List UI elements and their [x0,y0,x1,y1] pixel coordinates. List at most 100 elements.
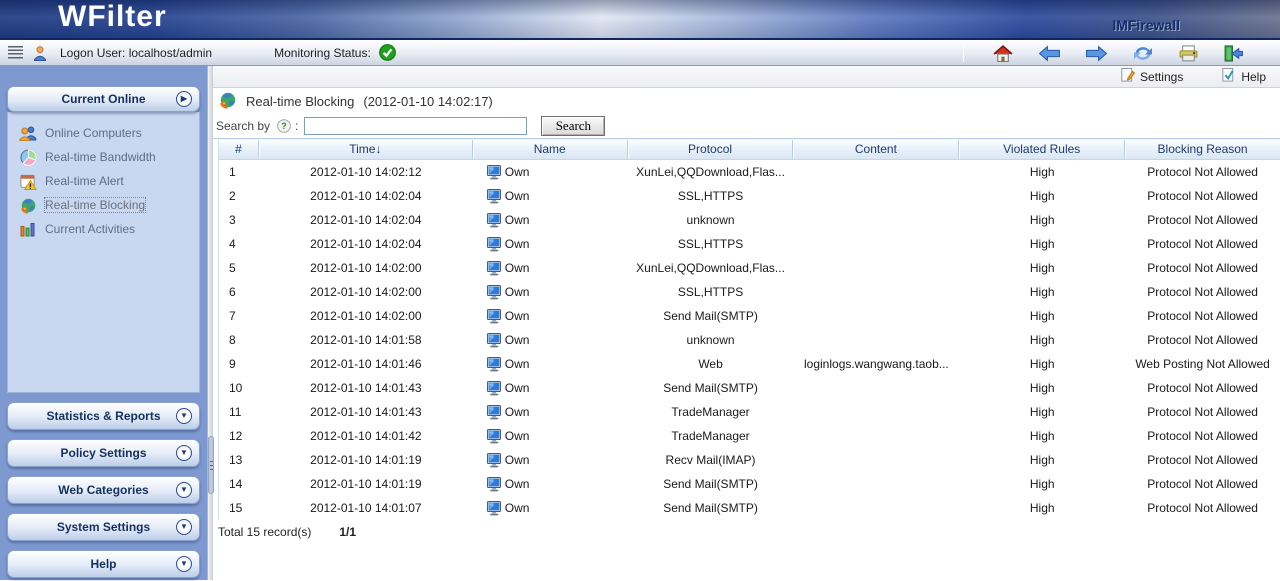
chevron-right-icon[interactable]: ▶ [176,91,192,107]
search-button[interactable]: Search [541,116,605,136]
cell-time: 2012-01-10 14:01:19 [259,453,473,467]
sidebar-item-label: Real-time Blocking [45,198,145,212]
cell-time: 2012-01-10 14:01:58 [259,333,473,347]
home-icon[interactable] [992,44,1014,63]
cell-time: 2012-01-10 14:02:04 [259,213,473,227]
column-header-name[interactable]: Name [473,140,628,159]
computer-name: Own [505,477,530,491]
sidebar-panel-policy-settings[interactable]: Policy Settings ▼ [7,439,200,467]
question-icon[interactable]: ? [277,119,291,133]
column-header-content[interactable]: Content [793,140,959,159]
cell-blocking-reason: Protocol Not Allowed [1125,189,1280,203]
search-input[interactable] [304,117,527,135]
cell-time: 2012-01-10 14:01:43 [259,381,473,395]
sidebar-panel-body: Online Computers Real-time Bandwidth Rea… [7,112,200,393]
refresh-icon[interactable] [1132,44,1154,63]
sidebar-panel-web-categories[interactable]: Web Categories ▼ [7,476,200,504]
splitter-handle[interactable] [208,436,214,494]
cell-protocol: Recv Mail(IMAP) [628,453,794,467]
cell-blocking-reason: Web Posting Not Allowed [1125,357,1280,371]
cell-name: Own [473,165,628,180]
sidebar-item-realtime-alert[interactable]: Real-time Alert [8,169,199,193]
cell-blocking-reason: Protocol Not Allowed [1125,261,1280,275]
user-icon [32,45,48,61]
computer-name: Own [505,237,530,251]
cell-protocol: SSL,HTTPS [628,189,794,203]
cell-blocking-reason: Protocol Not Allowed [1125,429,1280,443]
globe-icon [19,197,37,214]
column-header-number[interactable]: # [219,140,259,159]
cell-protocol: Send Mail(SMTP) [628,501,794,515]
cell-violated-rules: High [959,381,1125,395]
cell-number: 6 [219,285,259,299]
computer-name: Own [505,333,530,347]
monitoring-status-label: Monitoring Status: [274,46,371,60]
computer-icon [487,429,502,444]
exit-icon[interactable] [1223,45,1244,62]
forward-icon[interactable] [1085,45,1108,62]
panel-label: Web Categories [58,483,148,497]
page-timestamp: (2012-01-10 14:02:17) [363,94,492,109]
cell-violated-rules: High [959,453,1125,467]
sidebar-panel-system-settings[interactable]: System Settings ▼ [7,513,200,541]
table-row: 6 2012-01-10 14:02:00 Own SSL,HTTPS High… [219,280,1280,304]
panel-label: Statistics & Reports [46,409,160,423]
sidebar-panel-current-online[interactable]: Current Online ▶ [7,86,200,112]
cell-violated-rules: High [959,189,1125,203]
chevron-down-icon[interactable]: ▼ [176,519,192,535]
settings-button[interactable]: Settings [1120,67,1183,86]
chevron-down-icon[interactable]: ▼ [176,556,192,572]
cell-number: 8 [219,333,259,347]
cell-name: Own [473,357,628,372]
print-icon[interactable] [1178,45,1199,62]
cell-time: 2012-01-10 14:02:12 [259,165,473,179]
sidebar-item-realtime-blocking[interactable]: Real-time Blocking [8,193,199,217]
cell-blocking-reason: Protocol Not Allowed [1125,501,1280,515]
column-header-time[interactable]: Time↓ [259,140,473,159]
table-row: 1 2012-01-10 14:02:12 Own XunLei,QQDownl… [219,160,1280,184]
column-header-violated-rules[interactable]: Violated Rules [959,140,1125,159]
sidebar: Current Online ▶ Online Computers Real-t… [0,66,207,580]
computer-icon [487,189,502,204]
computer-icon [487,477,502,492]
cell-time: 2012-01-10 14:01:19 [259,477,473,491]
sidebar-item-current-activities[interactable]: Current Activities [8,217,199,241]
cell-protocol: TradeManager [628,405,794,419]
chevron-down-icon[interactable]: ▼ [176,445,192,461]
computer-icon [487,237,502,252]
cell-number: 7 [219,309,259,323]
cell-time: 2012-01-10 14:01:43 [259,405,473,419]
chevron-down-icon[interactable]: ▼ [176,482,192,498]
cell-violated-rules: High [959,357,1125,371]
table-row: 14 2012-01-10 14:01:19 Own Send Mail(SMT… [219,472,1280,496]
sidebar-panel-statistics-reports[interactable]: Statistics & Reports ▼ [7,402,200,430]
cell-time: 2012-01-10 14:02:04 [259,189,473,203]
sidebar-splitter[interactable] [207,66,213,580]
table-body: 1 2012-01-10 14:02:12 Own XunLei,QQDownl… [219,160,1280,520]
main-panel: Settings Help Real-time Blocking (2012-0… [213,66,1280,580]
cell-blocking-reason: Protocol Not Allowed [1125,453,1280,467]
search-row: Search by ? : Search [213,114,1280,139]
cell-name: Own [473,453,628,468]
cell-number: 5 [219,261,259,275]
cell-protocol: TradeManager [628,429,794,443]
cell-name: Own [473,261,628,276]
help-button[interactable]: Help [1221,67,1266,86]
help-label: Help [1241,70,1266,84]
menu-icon[interactable] [8,46,23,59]
cell-number: 11 [219,405,259,419]
cell-number: 10 [219,381,259,395]
computer-name: Own [505,453,530,467]
column-header-blocking-reason[interactable]: Blocking Reason [1125,140,1280,159]
colon-label: : [295,119,298,133]
sidebar-item-online-computers[interactable]: Online Computers [8,121,199,145]
sidebar-item-realtime-bandwidth[interactable]: Real-time Bandwidth [8,145,199,169]
chevron-down-icon[interactable]: ▼ [176,408,192,424]
total-records-label: Total 15 record(s) [218,525,311,539]
sidebar-panel-help[interactable]: Help ▼ [7,550,200,578]
computer-icon [487,453,502,468]
back-icon[interactable] [1038,45,1061,62]
column-header-protocol[interactable]: Protocol [628,140,794,159]
sidebar-item-label: Real-time Bandwidth [45,150,156,164]
table-row: 4 2012-01-10 14:02:04 Own SSL,HTTPS High… [219,232,1280,256]
